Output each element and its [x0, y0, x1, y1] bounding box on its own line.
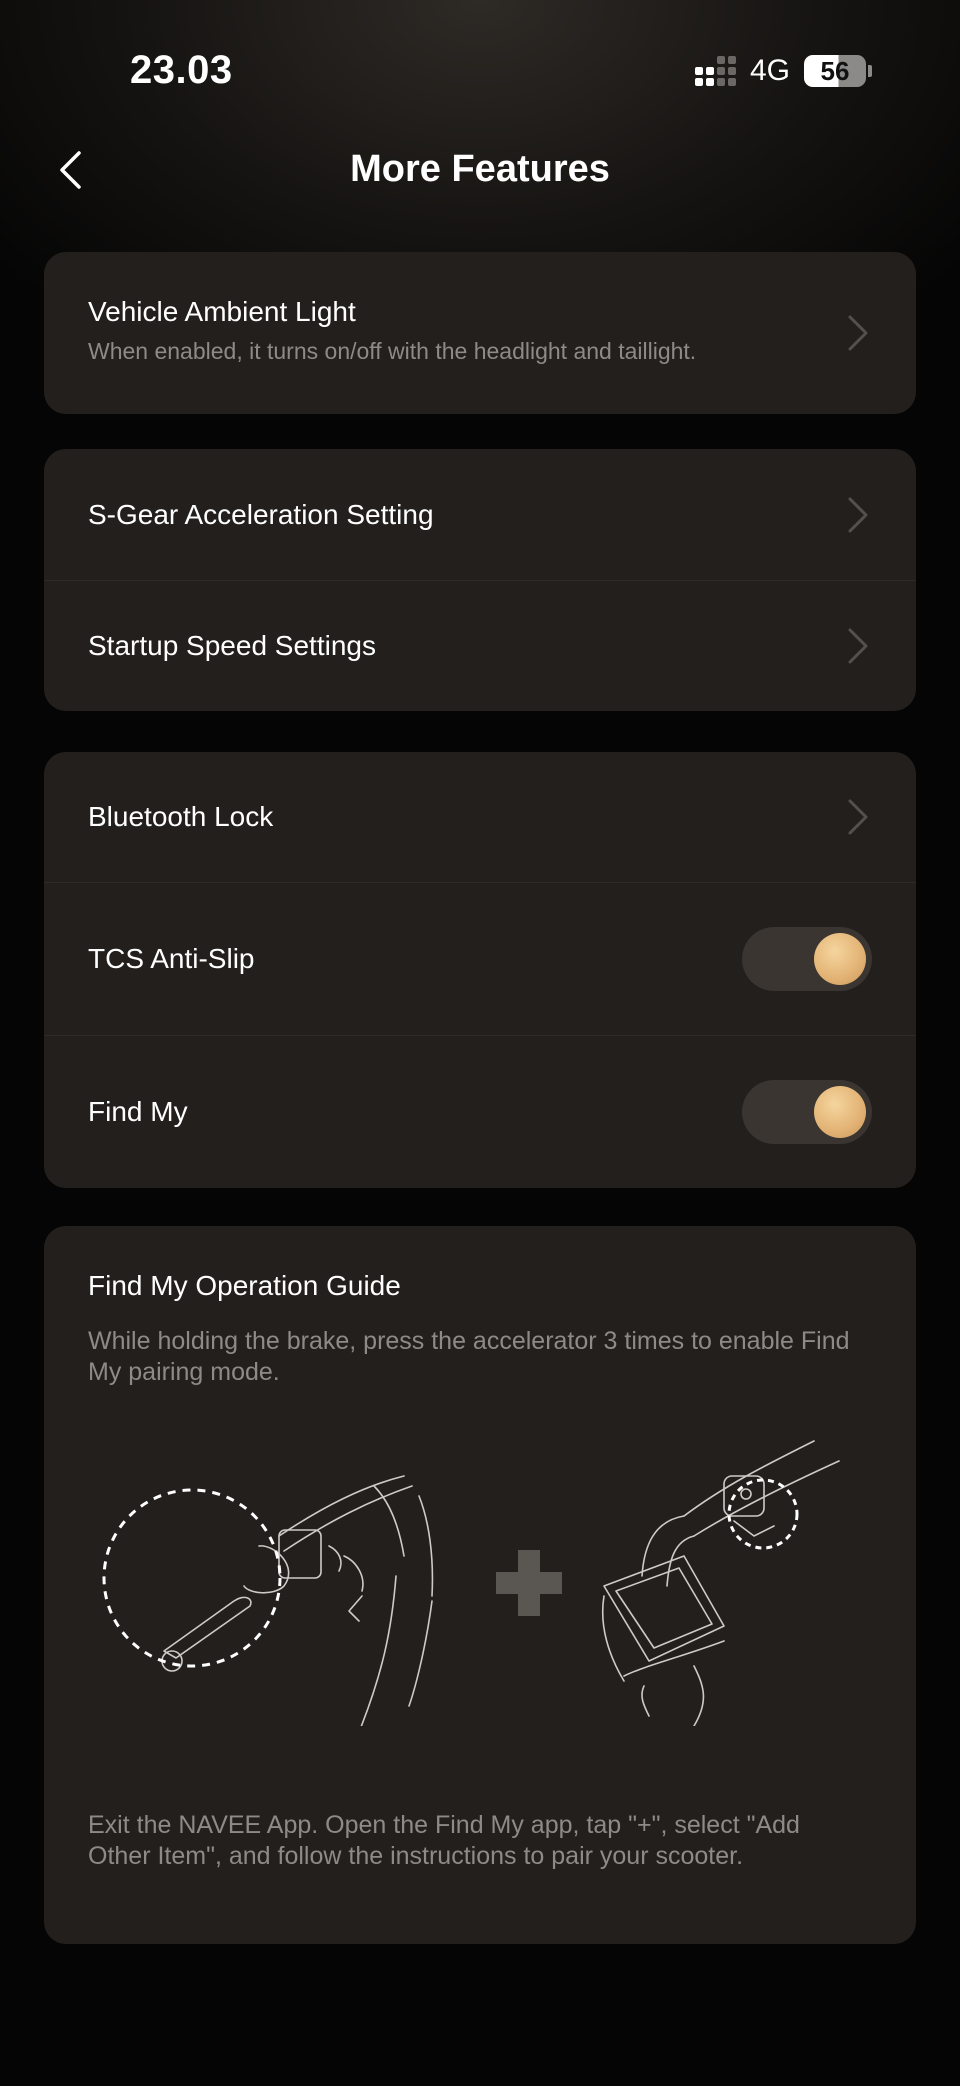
find-my-row: Find My — [44, 1035, 916, 1188]
nav-bar: More Features — [0, 130, 960, 210]
chevron-right-icon — [848, 799, 868, 835]
toggle-knob — [814, 933, 866, 985]
bluetooth-lock-label: Bluetooth Lock — [88, 801, 274, 832]
security-card: Bluetooth Lock TCS Anti-Slip Find My — [44, 752, 916, 1188]
guide-step-2: Exit the NAVEE App. Open the Find My app… — [88, 1811, 800, 1870]
page-title: More Features — [350, 148, 610, 190]
tcs-anti-slip-toggle[interactable] — [742, 927, 872, 991]
plus-icon — [496, 1550, 562, 1616]
ambient-light-title: Vehicle Ambient Light — [88, 296, 356, 327]
battery-icon: 56 — [804, 55, 872, 87]
find-my-label: Find My — [88, 1096, 188, 1127]
toggle-knob — [814, 1086, 866, 1138]
speed-settings-card: S-Gear Acceleration Setting Startup Spee… — [44, 449, 916, 711]
bluetooth-lock-row[interactable]: Bluetooth Lock — [44, 752, 916, 882]
status-time: 23.03 — [130, 48, 233, 92]
startup-speed-label: Startup Speed Settings — [88, 630, 376, 661]
battery-level: 56 — [804, 55, 866, 87]
ambient-light-card: Vehicle Ambient Light When enabled, it t… — [44, 252, 916, 414]
chevron-right-icon — [848, 628, 868, 664]
find-my-guide-illustration — [102, 1440, 840, 1726]
s-gear-acceleration-label: S-Gear Acceleration Setting — [88, 498, 434, 530]
network-type: 4G — [749, 54, 790, 87]
status-indicators: 4G 56 — [694, 54, 872, 88]
find-my-toggle[interactable] — [742, 1080, 872, 1144]
startup-speed-row[interactable]: Startup Speed Settings — [44, 580, 916, 711]
guide-step-1: While holding the brake, press the accel… — [88, 1327, 850, 1386]
ambient-light-row[interactable]: Vehicle Ambient Light When enabled, it t… — [44, 252, 916, 414]
chevron-right-icon — [848, 315, 868, 351]
tcs-anti-slip-row: TCS Anti-Slip — [44, 882, 916, 1035]
guide-title: Find My Operation Guide — [88, 1270, 401, 1301]
find-my-guide-card: Find My Operation Guide While holding th… — [44, 1226, 916, 1944]
tcs-anti-slip-label: TCS Anti-Slip — [88, 943, 255, 974]
ambient-light-subtitle: When enabled, it turns on/off with the h… — [88, 338, 697, 364]
signal-strength-icon — [694, 56, 736, 86]
s-gear-acceleration-row[interactable]: S-Gear Acceleration Setting — [44, 449, 916, 580]
status-bar: 23.03 4G 56 — [0, 0, 960, 140]
chevron-right-icon — [848, 497, 868, 532]
